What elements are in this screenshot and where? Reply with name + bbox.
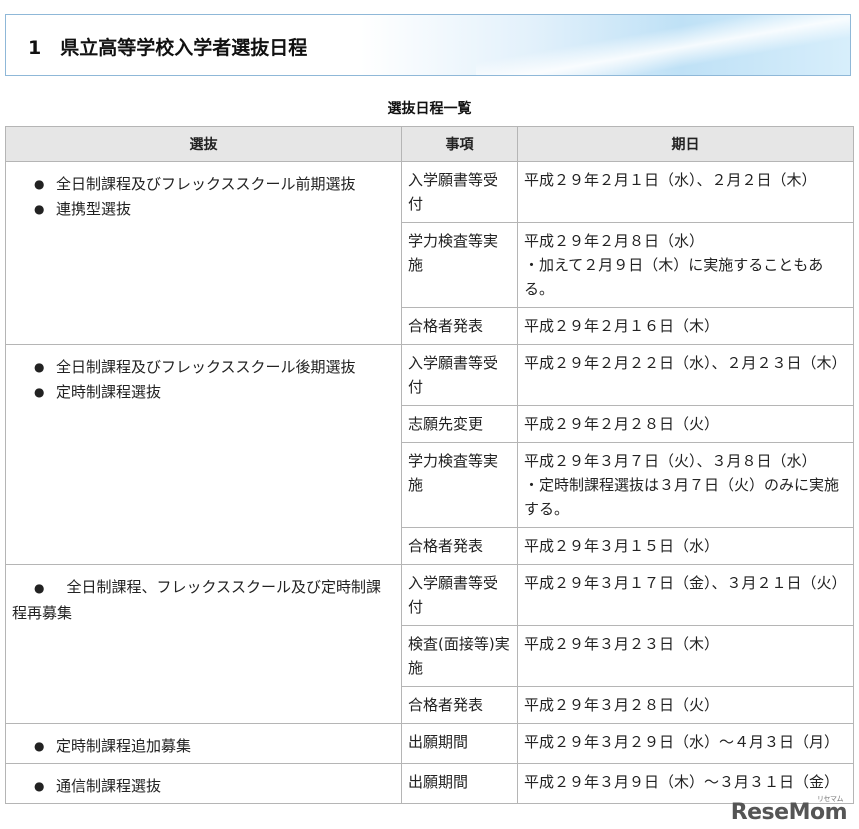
column-header-date: 期日: [517, 126, 854, 162]
table-row: ● 定時制課程追加募集 出願期間 平成２９年３月２９日（水）～４月３日（月）: [5, 723, 854, 764]
date-cell: 平成２９年３月１５日（水）: [517, 527, 854, 565]
selection-label: 全日制課程及びフレックススクール前期選抜: [56, 175, 356, 193]
item-cell: 入学願書等受付: [401, 564, 518, 626]
item-cell: 学力検査等実施: [401, 442, 518, 528]
date-text: 平成２９年２月８日（水）: [524, 232, 705, 250]
bullet-icon: ●: [34, 360, 45, 374]
date-text: 平成２９年３月７日（火）、３月８日（水）: [524, 452, 817, 470]
date-cell: 平成２９年３月７日（火）、３月８日（水） ・定時制課程選抜は３月７日（火）のみに実…: [517, 442, 854, 528]
date-cell: 平成２９年３月２８日（火）: [517, 686, 854, 724]
table-caption: 選抜日程一覧: [387, 101, 472, 117]
date-cell: 平成２９年２月１日（水）、２月２日（木）: [517, 161, 854, 223]
selection-label: 定時制課程追加募集: [56, 737, 192, 755]
bullet-icon: ●: [34, 779, 45, 793]
item-cell: 入学願書等受付: [401, 344, 518, 406]
heading-decoration: [476, 15, 850, 75]
selection-list-item: ● 連携型選抜: [12, 197, 395, 222]
section-title: 1 県立高等学校入学者選抜日程: [28, 37, 308, 59]
table-row: ● 全日制課程、フレックススクール及び定時制課程再募集 入学願書等受付 平成２９年３月…: [5, 564, 854, 724]
date-text: 平成２９年３月２８日（火）: [524, 696, 720, 714]
column-header-selection: 選抜: [5, 126, 402, 162]
selection-cell: ● 定時制課程追加募集: [5, 723, 402, 764]
logo-subtext: リセマム: [817, 795, 844, 803]
selection-label: 通信制課程選抜: [56, 777, 162, 795]
date-cell: 平成２９年２月２８日（火）: [517, 405, 854, 443]
date-text: 平成２９年３月２３日（木）: [524, 635, 720, 653]
date-cell: 平成２９年３月９日（木）～３月３１日（金）: [517, 763, 854, 804]
item-cell: 合格者発表: [401, 307, 518, 345]
date-text: 平成２９年３月１７日（金）、３月２１日（火）: [524, 574, 847, 592]
table-header-row: 選抜 事項 期日: [5, 126, 854, 162]
item-cell: 出願期間: [401, 763, 518, 804]
item-cell: 検査(面接等)実施: [401, 625, 518, 687]
date-text: 平成２９年３月９日（木）～３月３１日（金）: [524, 773, 840, 791]
selection-label: 定時制課程選抜: [56, 383, 162, 401]
selection-cell: ● 全日制課程及びフレックススクール後期選抜 ● 定時制課程選抜: [5, 344, 402, 565]
date-cell: 平成２９年３月２３日（木）: [517, 625, 854, 687]
date-text: 平成２９年３月２９日（水）～４月３日（月）: [524, 733, 840, 751]
date-text: 平成２９年３月１５日（水）: [524, 537, 720, 555]
selection-list-item: ● 定時制課程追加募集: [12, 734, 395, 759]
bullet-icon: ●: [34, 581, 45, 595]
item-cell: 学力検査等実施: [401, 222, 518, 308]
bullet-icon: ●: [34, 202, 45, 216]
schedule-table: 選抜 事項 期日 ● 全日制課程及びフレックススクール前期選抜 ● 連携型選抜 入学願書…: [5, 126, 854, 804]
selection-label: 全日制課程及びフレックススクール後期選抜: [56, 358, 356, 376]
selection-cell: ● 全日制課程、フレックススクール及び定時制課程再募集: [5, 564, 402, 724]
selection-list-item: ● 全日制課程及びフレックススクール前期選抜: [12, 172, 395, 197]
selection-list-item: ● 定時制課程選抜: [12, 380, 395, 405]
selection-label: 全日制課程、フレックススクール及び定時制課程再募集: [12, 578, 382, 622]
bullet-icon: ●: [34, 385, 45, 399]
selection-label: 連携型選抜: [56, 200, 132, 218]
table-body: ● 全日制課程及びフレックススクール前期選抜 ● 連携型選抜 入学願書等受付 平成２９年２…: [5, 161, 854, 804]
date-note: ・定時制課程選抜は３月７日（火）のみに実施する。: [524, 476, 840, 518]
item-cell: 合格者発表: [401, 686, 518, 724]
selection-cell: ● 通信制課程選抜: [5, 763, 402, 804]
date-text: 平成２９年２月２２日（水）、２月２３日（木）: [524, 354, 847, 372]
date-cell: 平成２９年２月１６日（木）: [517, 307, 854, 345]
table-row: ● 全日制課程及びフレックススクール後期選抜 ● 定時制課程選抜 入学願書等受付 平成２９…: [5, 344, 854, 565]
selection-cell: ● 全日制課程及びフレックススクール前期選抜 ● 連携型選抜: [5, 161, 402, 345]
item-cell: 入学願書等受付: [401, 161, 518, 223]
date-text: 平成２９年２月１６日（木）: [524, 317, 720, 335]
date-note: ・加えて２月９日（木）に実施することもある。: [524, 256, 824, 298]
date-cell: 平成２９年３月１７日（金）、３月２１日（火）: [517, 564, 854, 626]
date-text: 平成２９年２月２８日（火）: [524, 415, 720, 433]
column-header-item: 事項: [401, 126, 518, 162]
date-text: 平成２９年２月１日（水）、２月２日（木）: [524, 171, 817, 189]
bullet-icon: ●: [34, 739, 45, 753]
table-row: ● 全日制課程及びフレックススクール前期選抜 ● 連携型選抜 入学願書等受付 平成２９年２…: [5, 161, 854, 345]
date-cell: 平成２９年２月８日（水） ・加えて２月９日（木）に実施することもある。: [517, 222, 854, 308]
item-cell: 志願先変更: [401, 405, 518, 443]
section-heading: 1 県立高等学校入学者選抜日程: [5, 14, 851, 76]
item-cell: 出願期間: [401, 723, 518, 764]
item-cell: 合格者発表: [401, 527, 518, 565]
selection-list-item: ● 全日制課程及びフレックススクール後期選抜: [12, 355, 395, 380]
selection-list-item: ● 通信制課程選抜: [12, 774, 395, 799]
resemom-logo: ReseMom リセマム: [731, 795, 848, 825]
table-row: ● 通信制課程選抜 出願期間 平成２９年３月９日（木）～３月３１日（金）: [5, 763, 854, 804]
date-cell: 平成２９年３月２９日（水）～４月３日（月）: [517, 723, 854, 764]
bullet-icon: ●: [34, 177, 45, 191]
date-cell: 平成２９年２月２２日（水）、２月２３日（木）: [517, 344, 854, 406]
